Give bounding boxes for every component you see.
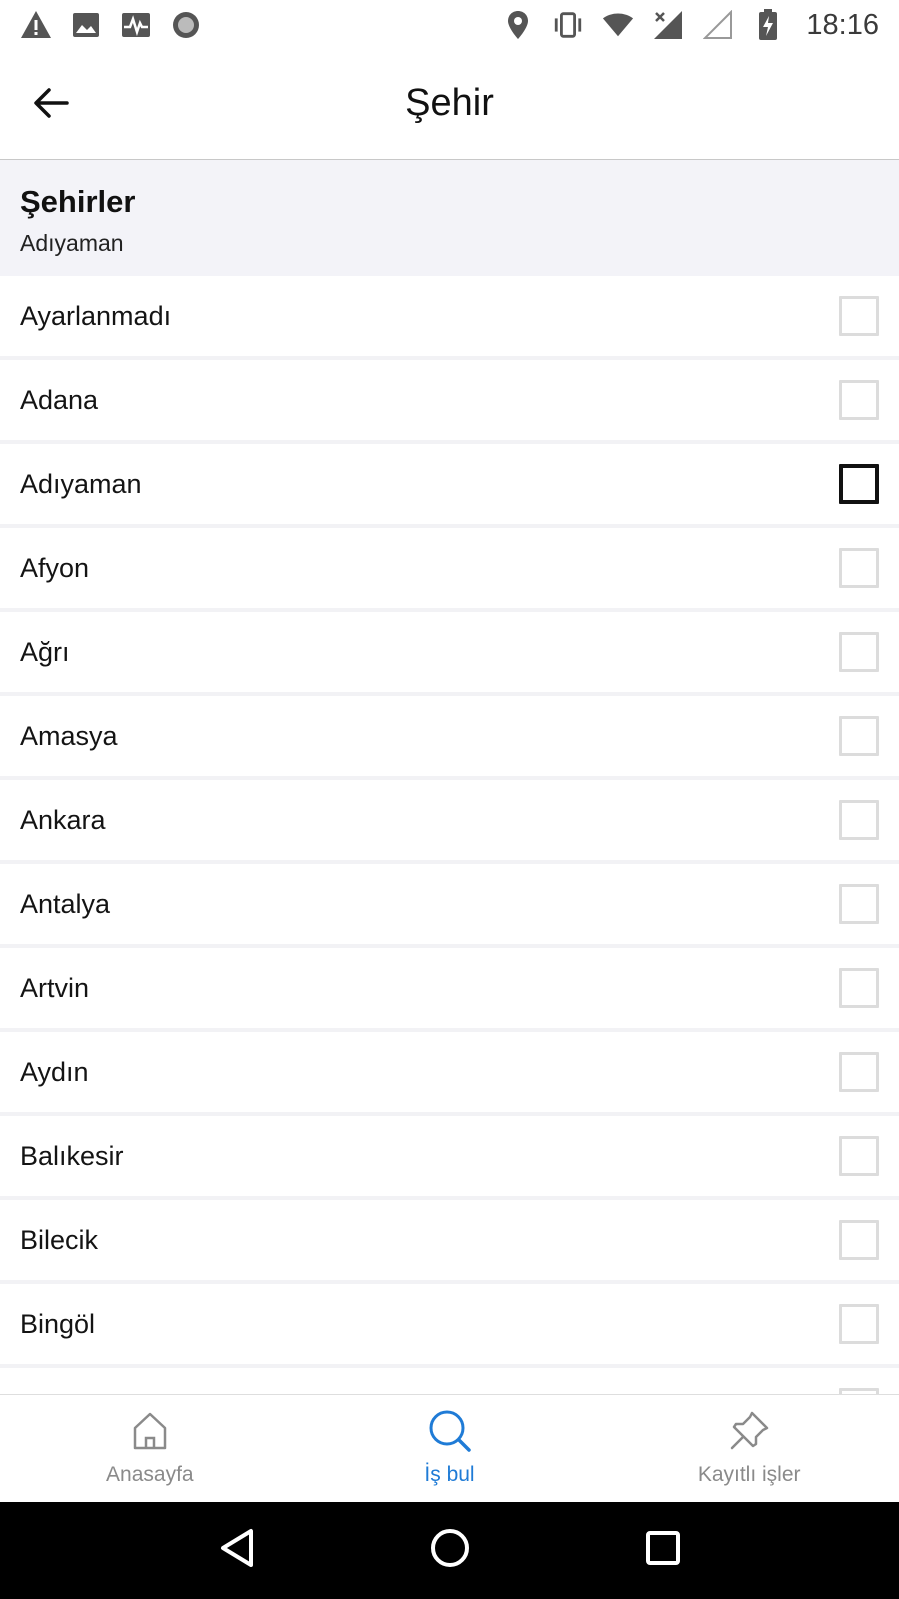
checkbox[interactable] [839,1304,879,1344]
home-icon [128,1409,172,1453]
section-title: Şehirler [20,184,136,219]
list-item[interactable]: Bingöl [0,1284,899,1368]
checkbox[interactable] [839,1052,879,1092]
nav-saved-jobs[interactable]: Kayıtlı işler [599,1395,899,1502]
selected-cities-summary: Adıyaman [20,230,124,256]
checkbox[interactable] [839,800,879,840]
status-bar-right: 18:16 [502,9,879,42]
list-item-label: Bilecik [20,1224,99,1255]
list-item-label: Artvin [20,972,90,1003]
checkbox[interactable] [839,380,879,420]
nav-home[interactable]: Anasayfa [0,1395,300,1502]
list-item[interactable] [0,1368,899,1394]
system-back-button[interactable] [212,1526,262,1576]
app-bar: Şehir [0,50,899,160]
list-item-label: Adana [20,384,99,415]
signal-empty-icon [702,9,734,41]
checkbox[interactable] [839,548,879,588]
list-item-label: Aydın [20,1056,89,1087]
system-recents-button[interactable] [638,1526,688,1576]
list-item[interactable]: Bilecik [0,1200,899,1284]
checkbox[interactable] [839,1136,879,1176]
status-bar: 18:16 [0,0,899,50]
battery-charging-icon [752,9,784,41]
triangle-back-icon [219,1528,255,1573]
checkbox[interactable] [839,716,879,756]
status-time: 18:16 [806,8,879,41]
list-item-label: Ankara [20,804,106,835]
list-item-label: Bingöl [20,1308,96,1339]
checkbox[interactable] [839,296,879,336]
list-item-label: Ağrı [20,636,70,667]
bottom-navigation: Anasayfa İş bul Kayıtlı işler [0,1394,899,1502]
list-item-label: Adıyaman [20,468,142,499]
list-item[interactable]: Adıyaman [0,444,899,528]
list-item-label: Amasya [20,720,118,751]
list-item[interactable]: Afyon [0,528,899,612]
nav-home-label: Anasayfa [106,1463,194,1486]
nav-find-job[interactable]: İş bul [300,1395,600,1502]
warning-icon [20,9,52,41]
list-item[interactable]: Ankara [0,780,899,864]
list-item[interactable]: Antalya [0,864,899,948]
list-item-label: Ayarlanmadı [20,300,172,331]
list-item[interactable]: Aydın [0,1032,899,1116]
wifi-icon [602,9,634,41]
list-item-label: Afyon [20,552,90,583]
list-item[interactable]: Balıkesir [0,1116,899,1200]
section-header: Şehirler Adıyaman [0,160,899,276]
record-icon [170,9,202,41]
circle-home-icon [429,1527,471,1574]
system-home-button[interactable] [425,1526,475,1576]
signal-icon [652,9,684,41]
list-item[interactable]: Artvin [0,948,899,1032]
checkbox[interactable] [839,632,879,672]
list-item[interactable]: Adana [0,360,899,444]
checkbox[interactable] [839,968,879,1008]
pulse-icon [120,9,152,41]
city-list[interactable]: Ayarlanmadı Adana Adıyaman Afyon Ağrı Am… [0,276,899,1394]
list-item[interactable]: Ayarlanmadı [0,276,899,360]
vibrate-icon [552,9,584,41]
page-title: Şehir [405,82,494,124]
pin-icon [727,1409,771,1453]
search-icon [428,1409,472,1453]
system-navigation-bar [0,1502,899,1599]
nav-saved-jobs-label: Kayıtlı işler [697,1463,801,1486]
nav-find-job-label: İş bul [424,1463,475,1486]
list-item[interactable]: Amasya [0,696,899,780]
square-recents-icon [644,1529,682,1572]
list-item-label: Antalya [20,888,111,919]
status-bar-left [20,9,202,41]
list-item[interactable]: Ağrı [0,612,899,696]
checkbox[interactable] [839,464,879,504]
image-icon [70,9,102,41]
checkbox[interactable] [839,884,879,924]
list-item-label: Balıkesir [20,1140,124,1171]
location-icon [502,9,534,41]
checkbox[interactable] [839,1220,879,1260]
